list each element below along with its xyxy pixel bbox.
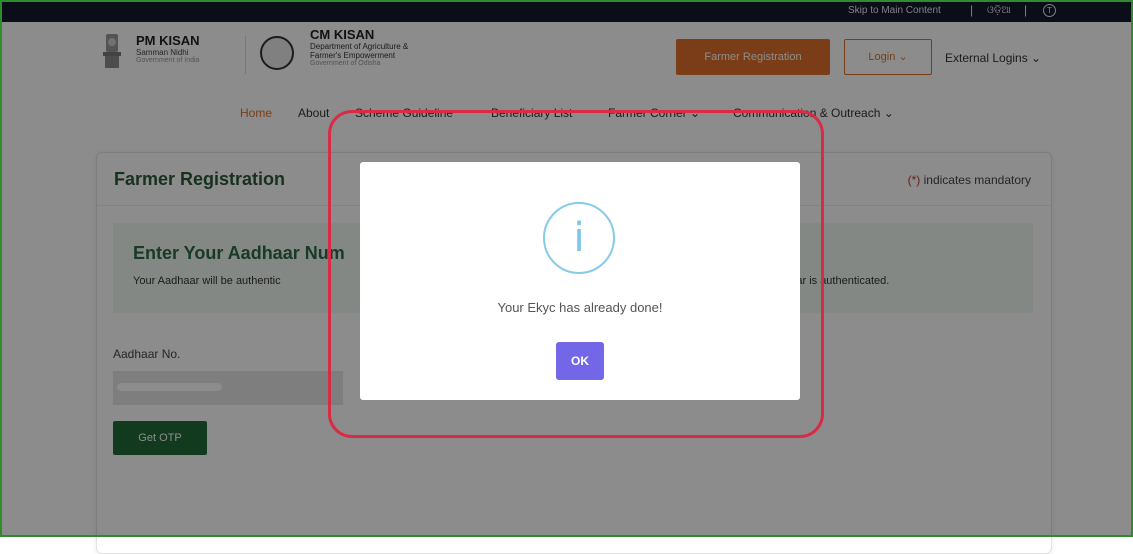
alert-message: Your Ekyc has already done! xyxy=(497,300,663,315)
ekyc-alert-dialog: i Your Ekyc has already done! OK xyxy=(360,162,800,400)
ok-button[interactable]: OK xyxy=(556,342,604,380)
info-icon: i xyxy=(543,202,615,274)
